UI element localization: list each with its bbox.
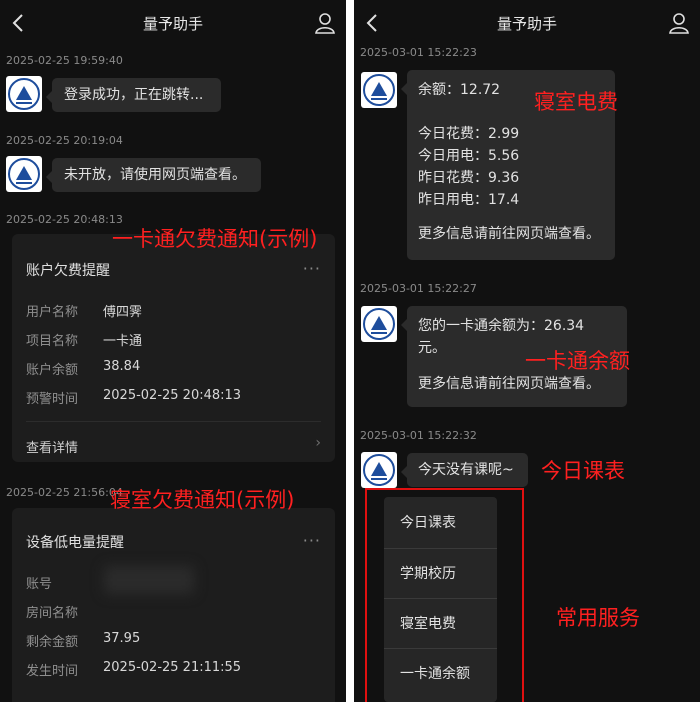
card-title: 设备低电量提醒 <box>26 535 124 551</box>
user-profile-icon[interactable] <box>668 12 690 34</box>
low-power-notice-card[interactable]: 设备低电量提醒 ··· 账号 房间名称 剩余金额 37.95 发生时间 2025… <box>12 508 335 702</box>
field-label: 用户名称 <box>26 305 79 320</box>
field-value: 38.84 <box>103 359 141 374</box>
annotation-today-schedule: 今日课表 <box>541 459 625 483</box>
more-info-note: 更多信息请前往网页端查看。 <box>418 226 600 242</box>
chevron-right-icon[interactable]: › <box>315 435 321 451</box>
bot-avatar <box>361 72 397 108</box>
top-nav-bar: 量予助手 <box>354 0 700 46</box>
message-timestamp: 2025-02-25 20:48:13 <box>6 213 123 226</box>
menu-item-card-balance[interactable]: 一卡通余额 <box>384 649 497 699</box>
more-info-note: 更多信息请前往网页端查看。 <box>418 376 600 392</box>
message-timestamp: 2025-03-01 15:22:27 <box>360 282 477 295</box>
bot-avatar <box>361 306 397 342</box>
message-timestamp: 2025-03-01 15:22:23 <box>360 46 477 59</box>
arrears-notice-card[interactable]: 账户欠费提醒 ··· 用户名称 傅四霁 项目名称 一卡通 账户余额 38.84 … <box>12 234 335 462</box>
yesterday-usage: 昨日用电：17.4 <box>418 192 520 208</box>
field-label: 剩余金额 <box>26 635 79 650</box>
panel-divider <box>346 0 354 702</box>
school-logo-icon <box>8 78 40 110</box>
school-logo-icon <box>363 308 395 340</box>
menu-item-dorm-electricity[interactable]: 寝室电费 <box>384 599 497 649</box>
chat-title: 量予助手 <box>496 15 557 33</box>
field-label: 项目名称 <box>26 334 79 349</box>
message-bubble: 登录成功，正在跳转... <box>46 78 221 112</box>
today-cost: 今日花费：2.99 <box>418 126 520 142</box>
field-value: 傅四霁 <box>103 305 143 320</box>
bot-avatar <box>361 452 397 488</box>
annotation-dorm-notice: 寝室欠费通知(示例) <box>110 488 295 512</box>
top-nav-bar: 量予助手 <box>0 0 346 46</box>
message-text: 登录成功，正在跳转... <box>64 87 204 103</box>
annotation-common-services: 常用服务 <box>556 606 640 630</box>
bot-avatar <box>6 156 42 192</box>
yesterday-cost: 昨日花费：9.36 <box>418 170 520 186</box>
message-timestamp: 2025-02-25 21:56:04 <box>6 486 123 499</box>
redacted-account-info <box>104 566 194 594</box>
message-timestamp: 2025-02-25 20:19:04 <box>6 134 123 147</box>
menu-item-term-calendar[interactable]: 学期校历 <box>384 549 497 599</box>
annotation-card-balance: 一卡通余额 <box>525 349 630 373</box>
message-bubble: 未开放，请使用网页端查看。 <box>46 158 261 192</box>
message-text: 未开放，请使用网页端查看。 <box>64 167 246 183</box>
more-options-icon[interactable]: ··· <box>303 259 321 278</box>
annotation-dorm-electricity: 寝室电费 <box>534 90 618 114</box>
left-chat-panel: 量予助手 2025-02-25 19:59:40 登录成功，正在跳转... 20… <box>0 0 346 702</box>
card-balance-line: 您的一卡通余额为：26.34 <box>418 318 585 334</box>
message-timestamp: 2025-03-01 15:22:32 <box>360 429 477 442</box>
bot-avatar <box>6 76 42 112</box>
field-label: 房间名称 <box>26 606 79 621</box>
field-label: 账号 <box>26 577 53 592</box>
field-value: 2025-02-25 20:48:13 <box>103 388 242 403</box>
school-logo-icon <box>363 74 395 106</box>
annotation-card-notice: 一卡通欠费通知(示例) <box>112 227 318 251</box>
quick-service-menu: 今日课表 学期校历 寝室电费 一卡通余额 <box>384 497 497 702</box>
chat-title: 量予助手 <box>142 15 203 33</box>
school-logo-icon <box>363 454 395 486</box>
field-label: 账户余额 <box>26 363 79 378</box>
field-value: 一卡通 <box>103 334 143 349</box>
more-options-icon[interactable]: ··· <box>303 531 321 550</box>
message-timestamp: 2025-02-25 19:59:40 <box>6 54 123 67</box>
field-value: 37.95 <box>103 631 141 646</box>
view-details-link[interactable]: 查看详情 <box>26 437 78 456</box>
menu-item-today-schedule[interactable]: 今日课表 <box>384 498 497 548</box>
field-label: 发生时间 <box>26 664 79 679</box>
card-divider <box>26 421 321 422</box>
school-logo-icon <box>8 158 40 190</box>
right-chat-panel: 量予助手 2025-03-01 15:22:23 余额：12.72 今日花费：2… <box>354 0 700 702</box>
field-value: 2025-02-25 21:11:55 <box>103 660 242 675</box>
user-profile-icon[interactable] <box>314 12 336 34</box>
field-label: 预警时间 <box>26 392 79 407</box>
schedule-message-bubble: 今天没有课呢~ <box>401 453 528 487</box>
today-usage: 今日用电：5.56 <box>418 148 520 164</box>
message-text: 今天没有课呢~ <box>418 462 514 478</box>
card-title: 账户欠费提醒 <box>26 263 110 279</box>
